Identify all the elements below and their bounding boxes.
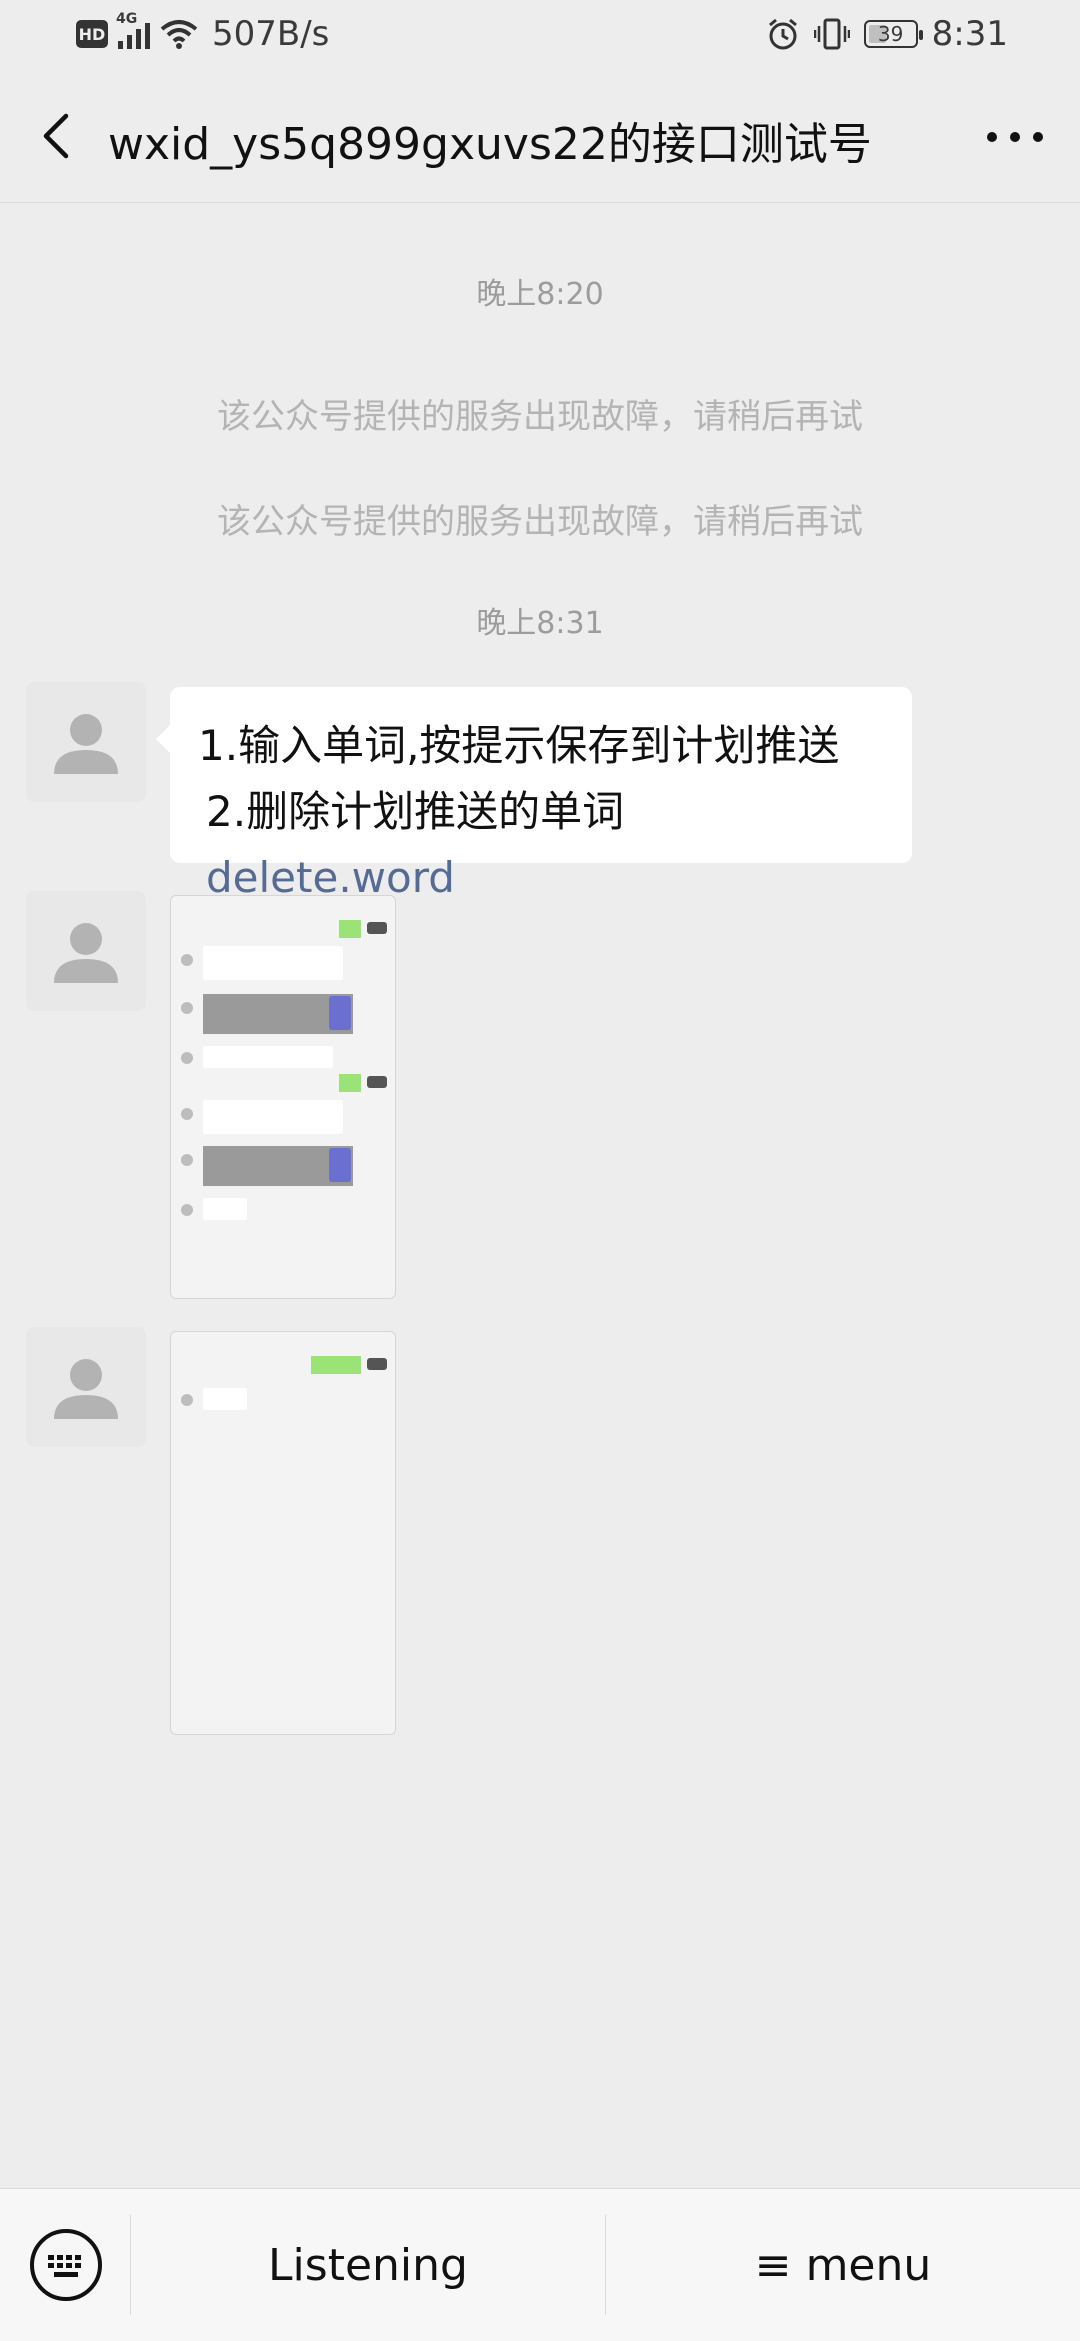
message-line-1: 1.输入单词,按提示保存到计划推送 — [198, 721, 840, 770]
image-message[interactable] — [170, 1331, 396, 1735]
alarm-icon — [768, 18, 797, 50]
battery-icon: 39 — [863, 20, 923, 48]
avatar[interactable] — [26, 1327, 146, 1447]
default-avatar-icon — [54, 1359, 118, 1419]
network-type-label: 4G — [116, 11, 138, 27]
cellular-signal-icon: 4G — [116, 11, 150, 49]
title-bar: wxid_ys5q899gxuvs22的接口测试号 — [0, 70, 1080, 203]
battery-level: 39 — [877, 22, 904, 46]
text-message-bubble[interactable]: 1.输入单词,按提示保存到计划推送 2.删除计划推送的单词 delete.wor… — [156, 687, 912, 902]
status-bar: HD 4G 507B/s 39 8:31 — [0, 0, 1080, 70]
hd-badge: HD — [76, 20, 108, 48]
default-avatar-icon — [54, 714, 118, 774]
default-avatar-icon — [54, 923, 118, 983]
back-button[interactable] — [30, 106, 90, 166]
clock: 8:31 — [931, 14, 1008, 54]
menu-button[interactable]: ≡ menu — [606, 2189, 1080, 2341]
chat-title: wxid_ys5q899gxuvs22的接口测试号 — [108, 119, 872, 170]
avatar[interactable] — [26, 682, 146, 802]
keyboard-toggle-button[interactable] — [28, 2227, 104, 2303]
network-speed: 507B/s — [212, 14, 330, 54]
keyboard-icon — [30, 2229, 102, 2301]
bottom-menu-bar: Listening ≡ menu — [0, 2188, 1080, 2341]
timestamp: 晚上8:31 — [476, 606, 604, 641]
listening-menu-button[interactable]: Listening — [131, 2189, 605, 2341]
more-button[interactable] — [980, 112, 1050, 162]
system-message: 该公众号提供的服务出现故障，请稍后再试 — [217, 397, 863, 437]
timestamp: 晚上8:20 — [476, 277, 604, 312]
vibrate-icon — [813, 18, 850, 50]
image-message[interactable] — [170, 895, 396, 1299]
chevron-left-icon — [43, 113, 69, 159]
message-line-2-text: 2.删除计划推送的单词 — [206, 787, 625, 836]
message-line-2: 2.删除计划推送的单词 delete.word — [198, 779, 884, 911]
chat-area[interactable]: 晚上8:20 该公众号提供的服务出现故障，请稍后再试 该公众号提供的服务出现故障… — [0, 203, 1080, 2188]
avatar[interactable] — [26, 891, 146, 1011]
system-message: 该公众号提供的服务出现故障，请稍后再试 — [217, 502, 863, 542]
wifi-icon — [160, 20, 198, 49]
more-dots-icon — [987, 132, 1043, 142]
